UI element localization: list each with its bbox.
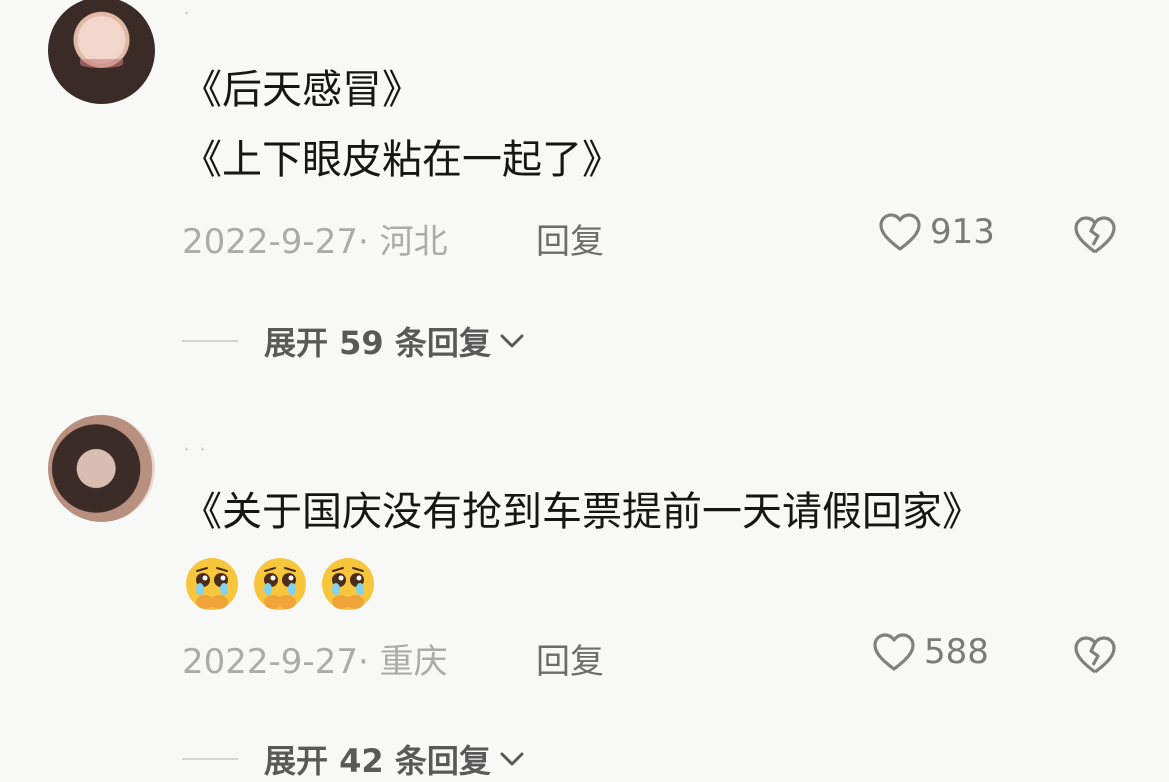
reply-button[interactable]: 回复 — [536, 214, 604, 263]
broken-heart-icon[interactable] — [1073, 214, 1117, 256]
expand-replies-button[interactable]: 展开 42 条回复 — [182, 736, 527, 782]
like-button[interactable]: 588 — [872, 632, 989, 672]
username[interactable]: · · — [183, 438, 207, 463]
comment-text-line: 《后天感冒》 — [182, 67, 422, 113]
username[interactable]: · — [183, 2, 191, 27]
comment-text-line: 《上下眼皮粘在一起了》 — [182, 137, 622, 183]
pleading-face-emoji — [254, 558, 306, 610]
pleading-face-emoji — [186, 558, 238, 610]
expand-replies-label: 展开 42 条回复 — [264, 742, 491, 780]
heart-outline-icon — [879, 213, 921, 251]
comment-date-location: 2022-9-27· 重庆 — [182, 642, 448, 682]
emoji-row — [183, 555, 377, 613]
avatar[interactable] — [48, 415, 155, 522]
pleading-face-emoji — [322, 558, 374, 610]
divider — [182, 758, 238, 760]
divider — [182, 340, 238, 342]
broken-heart-icon[interactable] — [1073, 634, 1117, 676]
chevron-down-icon — [500, 752, 524, 766]
comment-text-line: 《关于国庆没有抢到车票提前一天请假回家》 — [182, 489, 982, 535]
chevron-down-icon — [500, 334, 524, 348]
heart-outline-icon — [873, 633, 915, 671]
comment-date-location: 2022-9-27· 河北 — [182, 222, 448, 262]
like-button[interactable]: 913 — [878, 212, 995, 252]
reply-button[interactable]: 回复 — [536, 634, 604, 683]
expand-replies-label: 展开 59 条回复 — [264, 324, 491, 362]
expand-replies-button[interactable]: 展开 59 条回复 — [182, 318, 527, 364]
avatar[interactable] — [48, 0, 155, 104]
like-count: 913 — [930, 212, 995, 252]
like-count: 588 — [924, 632, 989, 672]
